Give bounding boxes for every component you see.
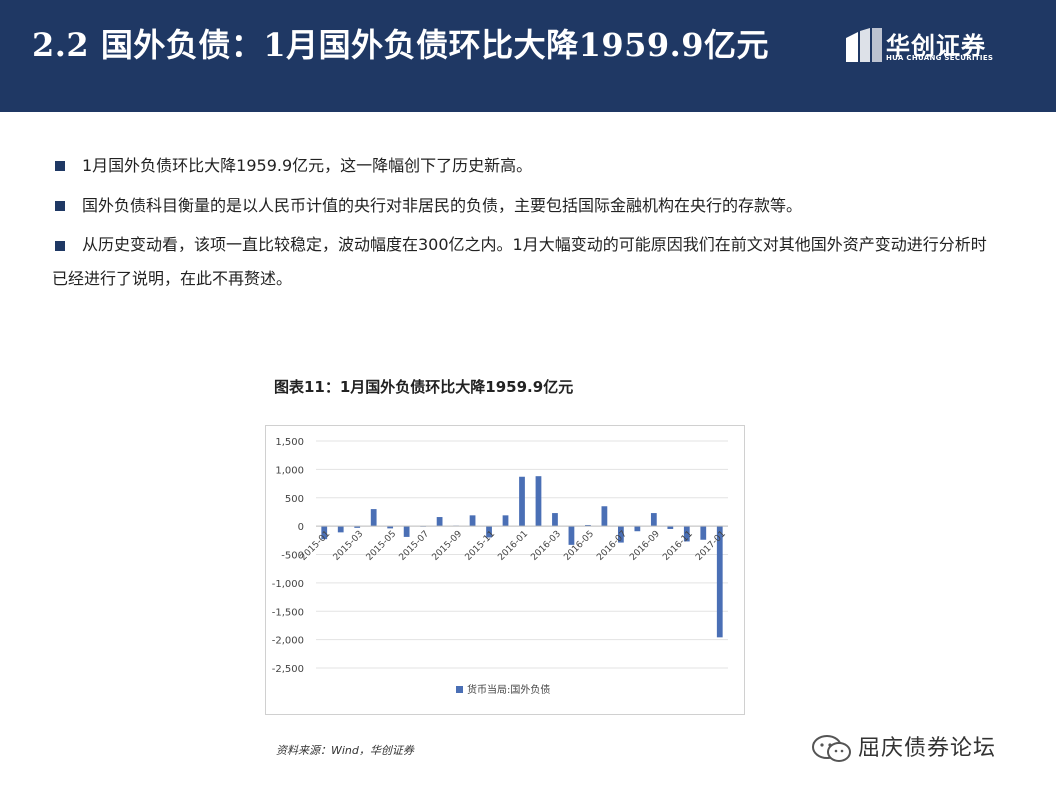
bullet-text: 国外负债科目衡量的是以人民币计值的央行对非居民的负债，主要包括国际金融机构在央行…	[82, 196, 803, 215]
x-tick-label: 2016-09	[628, 529, 662, 563]
x-tick-label: 2016-05	[562, 529, 596, 563]
bar	[370, 509, 377, 527]
bar	[535, 476, 542, 527]
x-tick-label: 2017-01	[694, 529, 728, 563]
bar	[337, 526, 344, 533]
bar	[568, 526, 575, 545]
source-note: 资料来源：Wind，华创证券	[276, 744, 414, 757]
wechat-icon	[812, 735, 851, 762]
logo-text-en: HUA CHUANG SECURITIES	[886, 54, 994, 62]
page-title: 2.2 国外负债：1月国外负债环比大降1959.9亿元	[32, 26, 770, 64]
bar	[700, 526, 707, 540]
bullet-list: 1月国外负债环比大降1959.9亿元，这一降幅创下了历史新高。 国外负债科目衡量…	[52, 148, 992, 296]
x-tick-label: 2015-03	[332, 529, 366, 563]
y-tick-label: 500	[285, 494, 304, 505]
x-tick-label: 2016-03	[529, 529, 563, 563]
bullet-item: 国外负债科目衡量的是以人民币计值的央行对非居民的负债，主要包括国际金融机构在央行…	[52, 188, 992, 224]
watermark: 屈庆债券论坛	[800, 728, 1030, 768]
logo-mark-icon	[846, 28, 882, 62]
y-tick-label: -1,500	[272, 607, 304, 618]
y-tick-label: 1,500	[275, 437, 304, 448]
bullet-square-icon	[55, 201, 65, 211]
company-logo: 华创证券 HUA CHUANG SECURITIES	[846, 28, 1006, 68]
bar	[634, 526, 641, 532]
x-tick-label: 2015-07	[398, 529, 432, 563]
bar	[403, 526, 410, 537]
legend-label: 货币当局:国外负债	[467, 683, 550, 696]
bar	[502, 515, 509, 527]
legend-swatch	[456, 686, 463, 693]
y-tick-label: 0	[298, 522, 304, 533]
bullet-square-icon	[55, 161, 65, 171]
header-bar: 2.2 国外负债：1月国外负债环比大降1959.9亿元 华创证券 HUA CHU…	[0, 0, 1056, 112]
bar-chart: 1,5001,0005000-500-1,000-1,500-2,000-2,5…	[272, 437, 728, 696]
bullet-square-icon	[55, 241, 65, 251]
y-tick-label: -2,500	[272, 664, 304, 675]
x-tick-label: 2016-11	[661, 529, 695, 563]
x-tick-label: 2016-07	[595, 529, 629, 563]
chart-title: 图表11：1月国外负债环比大降1959.9亿元	[274, 378, 574, 396]
chart-container: 1,500 1,000 500 0 -500 -1,000 -1,500 -2,000 -2,5…	[265, 425, 745, 715]
x-tick-label: 2015-09	[431, 529, 465, 563]
bullet-text: 从历史变动看，该项一直比较稳定，波动幅度在300亿之内。1月大幅变动的可能原因我…	[52, 235, 987, 288]
bar	[469, 515, 476, 527]
bar	[519, 476, 525, 527]
x-tick-label: 2015-05	[365, 529, 399, 563]
bullet-item: 1月国外负债环比大降1959.9亿元，这一降幅创下了历史新高。	[52, 148, 992, 184]
y-tick-label: -2,000	[272, 636, 304, 647]
x-tick-label: 2015-01	[299, 529, 333, 563]
bar	[436, 517, 443, 527]
bullet-text: 1月国外负债环比大降1959.9亿元，这一降幅创下了历史新高。	[82, 156, 533, 175]
y-tick-label: -1,000	[272, 579, 304, 590]
watermark-text: 屈庆债券论坛	[858, 736, 997, 761]
bar	[552, 513, 558, 527]
bar	[650, 513, 657, 527]
y-tick-label: 1,000	[275, 465, 304, 476]
bar	[601, 506, 608, 527]
x-tick-label: 2015-11	[463, 529, 497, 563]
bullet-item: 从历史变动看，该项一直比较稳定，波动幅度在300亿之内。1月大幅变动的可能原因我…	[52, 228, 992, 296]
x-tick-label: 2016-01	[496, 529, 530, 563]
